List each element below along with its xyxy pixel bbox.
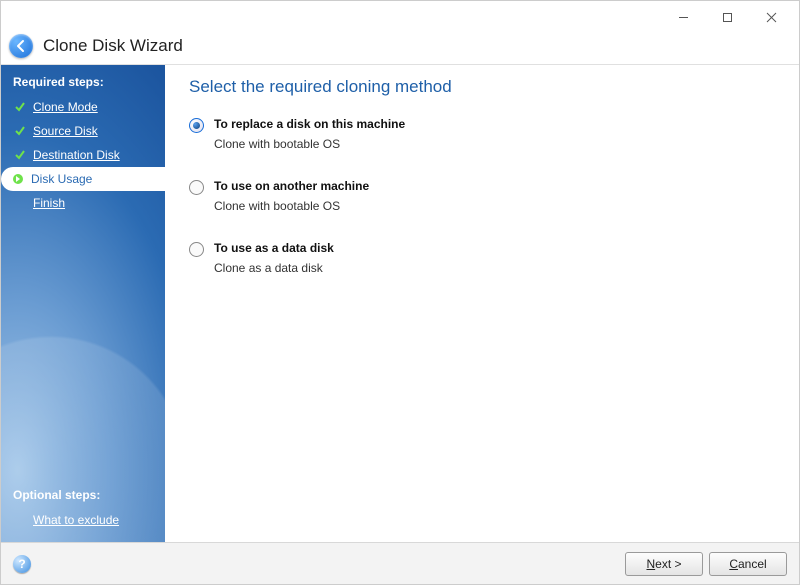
minimize-button[interactable] (661, 3, 705, 31)
sidebar-step-label: Clone Mode (33, 100, 98, 114)
help-button[interactable]: ? (13, 555, 31, 573)
wizard-window: Clone Disk Wizard Required steps: Clone … (0, 0, 800, 585)
content: Select the required cloning method To re… (165, 65, 799, 542)
close-button[interactable] (749, 3, 793, 31)
optional-steps-heading: Optional steps: (1, 482, 165, 508)
option-text: To replace a disk on this machine Clone … (214, 117, 405, 151)
sidebar-step-label: Destination Disk (33, 148, 120, 162)
option-data-disk[interactable]: To use as a data disk Clone as a data di… (189, 241, 775, 275)
optional-steps-block: Optional steps: What to exclude (1, 482, 165, 532)
blank-icon (13, 513, 27, 527)
sidebar-step-destination-disk[interactable]: Destination Disk (1, 143, 165, 167)
cancel-mnemonic: C (729, 557, 738, 571)
radio-another-machine[interactable] (189, 180, 204, 195)
option-text: To use on another machine Clone with boo… (214, 179, 369, 213)
sidebar-step-label: Finish (33, 196, 65, 210)
sidebar-step-finish[interactable]: Finish (1, 191, 165, 215)
next-rest: ext > (655, 557, 681, 571)
required-steps-heading: Required steps: (1, 69, 165, 95)
next-mnemonic: N (646, 557, 655, 571)
cancel-button[interactable]: Cancel (709, 552, 787, 576)
footer: ? Next > Cancel (1, 542, 799, 584)
help-icon: ? (18, 557, 25, 571)
option-desc: Clone with bootable OS (214, 137, 405, 151)
blank-icon (13, 196, 27, 210)
window-titlebar (1, 1, 799, 33)
next-button[interactable]: Next > (625, 552, 703, 576)
maximize-icon (722, 12, 733, 23)
sidebar-step-source-disk[interactable]: Source Disk (1, 119, 165, 143)
maximize-button[interactable] (705, 3, 749, 31)
check-icon (13, 148, 27, 162)
sidebar-optional-what-to-exclude[interactable]: What to exclude (1, 508, 165, 532)
sidebar-step-label: Disk Usage (31, 172, 92, 186)
check-icon (13, 100, 27, 114)
option-title: To use as a data disk (214, 241, 334, 255)
option-desc: Clone with bootable OS (214, 199, 369, 213)
minimize-icon (678, 12, 689, 23)
close-icon (766, 12, 777, 23)
content-title: Select the required cloning method (189, 77, 775, 97)
option-desc: Clone as a data disk (214, 261, 334, 275)
back-arrow-icon (14, 39, 28, 53)
cancel-rest: ancel (738, 557, 767, 571)
sidebar-step-clone-mode[interactable]: Clone Mode (1, 95, 165, 119)
radio-replace-disk[interactable] (189, 118, 204, 133)
check-icon (13, 124, 27, 138)
radio-data-disk[interactable] (189, 242, 204, 257)
back-button[interactable] (9, 34, 33, 58)
option-replace-disk[interactable]: To replace a disk on this machine Clone … (189, 117, 775, 151)
sidebar-step-disk-usage[interactable]: Disk Usage (1, 167, 165, 191)
sidebar-optional-label: What to exclude (33, 513, 119, 527)
sidebar-step-label: Source Disk (33, 124, 98, 138)
header: Clone Disk Wizard (1, 33, 799, 65)
arrow-right-icon (11, 172, 25, 186)
option-title: To use on another machine (214, 179, 369, 193)
page-title: Clone Disk Wizard (43, 36, 183, 56)
sidebar: Required steps: Clone Mode Source Disk D… (1, 65, 165, 542)
body: Required steps: Clone Mode Source Disk D… (1, 65, 799, 542)
option-text: To use as a data disk Clone as a data di… (214, 241, 334, 275)
option-title: To replace a disk on this machine (214, 117, 405, 131)
option-another-machine[interactable]: To use on another machine Clone with boo… (189, 179, 775, 213)
